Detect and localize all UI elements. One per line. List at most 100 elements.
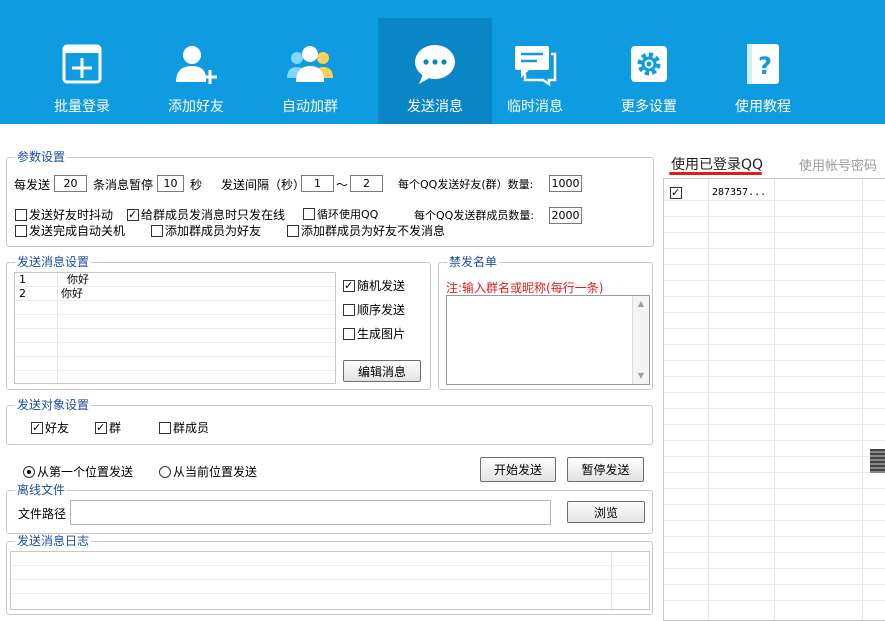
checkbox-box[interactable] xyxy=(303,208,315,220)
log-group-title: 发送消息日志 xyxy=(15,534,92,548)
add-friend-icon xyxy=(176,46,217,84)
grid-line xyxy=(664,488,885,489)
sequential-send-label: 顺序发送 xyxy=(357,303,406,317)
table-row[interactable]: 287357... xyxy=(664,185,885,201)
checkbox-box[interactable] xyxy=(343,304,355,316)
opt-online-only-label: 给群成员发消息时只发在线 xyxy=(141,208,286,222)
start-send-button[interactable]: 开始发送 xyxy=(480,457,556,482)
target-groups-checkbox[interactable]: 群 xyxy=(95,420,121,436)
main-toolbar: 批量登录 添加好友 自动加群 发送消息 临时消息 更多设置 ? 使用教程 xyxy=(0,0,885,124)
checkbox-box[interactable] xyxy=(343,328,355,340)
toolbar-temp-message[interactable]: 临时消息 xyxy=(478,18,592,124)
target-friends-label: 好友 xyxy=(45,421,70,435)
opt-shake-label: 发送好友时抖动 xyxy=(29,208,114,222)
from-first-radio[interactable]: 从第一个位置发送 xyxy=(23,464,133,480)
checkbox-box[interactable] xyxy=(31,420,43,436)
from-first-label: 从第一个位置发送 xyxy=(37,465,134,479)
pause-label: 条消息暂停 xyxy=(93,178,154,192)
toolbar-more-settings[interactable]: 更多设置 xyxy=(592,18,706,124)
active-tab-indicator xyxy=(669,172,762,175)
target-members-checkbox[interactable]: 群成员 xyxy=(159,420,209,436)
grid-line xyxy=(774,179,775,620)
opt-shake-checkbox[interactable]: 发送好友时抖动 xyxy=(15,207,113,223)
edit-message-button[interactable]: 编辑消息 xyxy=(343,360,421,382)
opt-add-member-label: 添加群成员为好友 xyxy=(165,224,262,238)
sequential-send-checkbox[interactable]: 顺序发送 xyxy=(343,302,405,318)
toolbar-label: 使用教程 xyxy=(735,99,791,115)
generate-image-checkbox[interactable]: 生成图片 xyxy=(343,326,405,342)
offline-group-title: 离线文件 xyxy=(15,483,68,497)
blacklist-scrollbar[interactable]: ▲ ▼ xyxy=(632,296,649,384)
tab-account-password[interactable]: 使用帐号密码 xyxy=(799,155,877,174)
friend-count-input[interactable]: 1000 xyxy=(549,175,582,192)
from-current-radio[interactable]: 从当前位置发送 xyxy=(159,464,257,480)
checkbox-box[interactable] xyxy=(15,225,27,237)
batch-login-icon xyxy=(62,44,102,84)
target-groups-label: 群 xyxy=(109,421,122,435)
log-list[interactable] xyxy=(10,551,650,610)
pause-send-button[interactable]: 暂停发送 xyxy=(567,457,644,482)
pause-seconds-input[interactable]: 10 xyxy=(157,175,184,192)
grid-line xyxy=(664,312,885,313)
opt-online-only-checkbox[interactable]: 给群成员发消息时只发在线 xyxy=(127,207,285,223)
opt-add-no-send-checkbox[interactable]: 添加群成员为好友不发消息 xyxy=(287,223,445,239)
toolbar-send-message[interactable]: 发送消息 xyxy=(378,18,492,124)
grid-line xyxy=(15,300,335,301)
checkbox-box[interactable] xyxy=(151,225,163,237)
grid-line xyxy=(664,344,885,345)
browse-button[interactable]: 浏览 xyxy=(567,501,645,523)
more-settings-icon xyxy=(631,46,667,82)
grid-line xyxy=(664,520,885,521)
checkbox-box[interactable] xyxy=(670,185,682,201)
temp-message-icon xyxy=(515,46,557,87)
member-count-input[interactable]: 2000 xyxy=(549,207,582,224)
tab-logged-in-qq[interactable]: 使用已登录QQ xyxy=(671,154,763,174)
toolbar-label: 批量登录 xyxy=(54,99,110,115)
message-list[interactable]: 1 你好 2 你好 xyxy=(14,272,336,384)
grid-line xyxy=(664,248,885,249)
target-group-title: 发送对象设置 xyxy=(15,398,92,412)
account-table[interactable]: 287357... xyxy=(663,178,885,621)
tutorial-icon: ? xyxy=(747,44,779,84)
opt-shutdown-label: 发送完成自动关机 xyxy=(29,224,126,238)
grid-line xyxy=(664,424,885,425)
radio-dot[interactable] xyxy=(159,466,171,478)
opt-add-no-send-label: 添加群成员为好友不发消息 xyxy=(301,224,446,238)
grid-line xyxy=(664,392,885,393)
collapse-handle[interactable] xyxy=(870,449,885,473)
grid-line xyxy=(664,552,885,553)
checkbox-box[interactable] xyxy=(15,209,27,221)
toolbar-batch-login[interactable]: 批量登录 xyxy=(25,18,139,124)
grid-line xyxy=(11,593,649,594)
grid-line xyxy=(664,584,885,585)
target-friends-checkbox[interactable]: 好友 xyxy=(31,420,69,436)
blacklist-textarea[interactable]: ▲ ▼ xyxy=(446,295,650,385)
checkbox-box[interactable] xyxy=(95,420,107,436)
random-send-checkbox[interactable]: 随机发送 xyxy=(343,278,405,294)
opt-loop-checkbox[interactable]: 循环使用QQ xyxy=(303,207,378,223)
interval-min-input[interactable]: 1 xyxy=(301,175,334,192)
toolbar-tutorial[interactable]: ? 使用教程 xyxy=(706,18,820,124)
grid-line xyxy=(664,456,885,457)
send-every-input[interactable]: 20 xyxy=(54,175,87,192)
toolbar-auto-join-group[interactable]: 自动加群 xyxy=(253,18,367,124)
message-row-no: 1 xyxy=(19,273,26,286)
account-checkbox[interactable] xyxy=(670,185,684,201)
toolbar-label: 自动加群 xyxy=(282,99,338,115)
checkbox-box[interactable] xyxy=(159,422,171,434)
toolbar-add-friend[interactable]: 添加好友 xyxy=(139,18,253,124)
opt-add-member-checkbox[interactable]: 添加群成员为好友 xyxy=(151,223,261,239)
grid-line xyxy=(15,328,335,329)
checkbox-box[interactable] xyxy=(127,207,139,223)
checkbox-box[interactable] xyxy=(287,225,299,237)
radio-dot[interactable] xyxy=(23,466,35,478)
grid-line xyxy=(15,370,335,371)
scroll-down-icon[interactable]: ▼ xyxy=(633,368,649,384)
opt-shutdown-checkbox[interactable]: 发送完成自动关机 xyxy=(15,223,125,239)
send-message-icon xyxy=(415,45,455,84)
interval-max-input[interactable]: 2 xyxy=(350,175,383,192)
scroll-up-icon[interactable]: ▲ xyxy=(633,296,649,312)
grid-line xyxy=(664,280,885,281)
checkbox-box[interactable] xyxy=(343,278,355,294)
file-path-input[interactable] xyxy=(70,500,551,525)
